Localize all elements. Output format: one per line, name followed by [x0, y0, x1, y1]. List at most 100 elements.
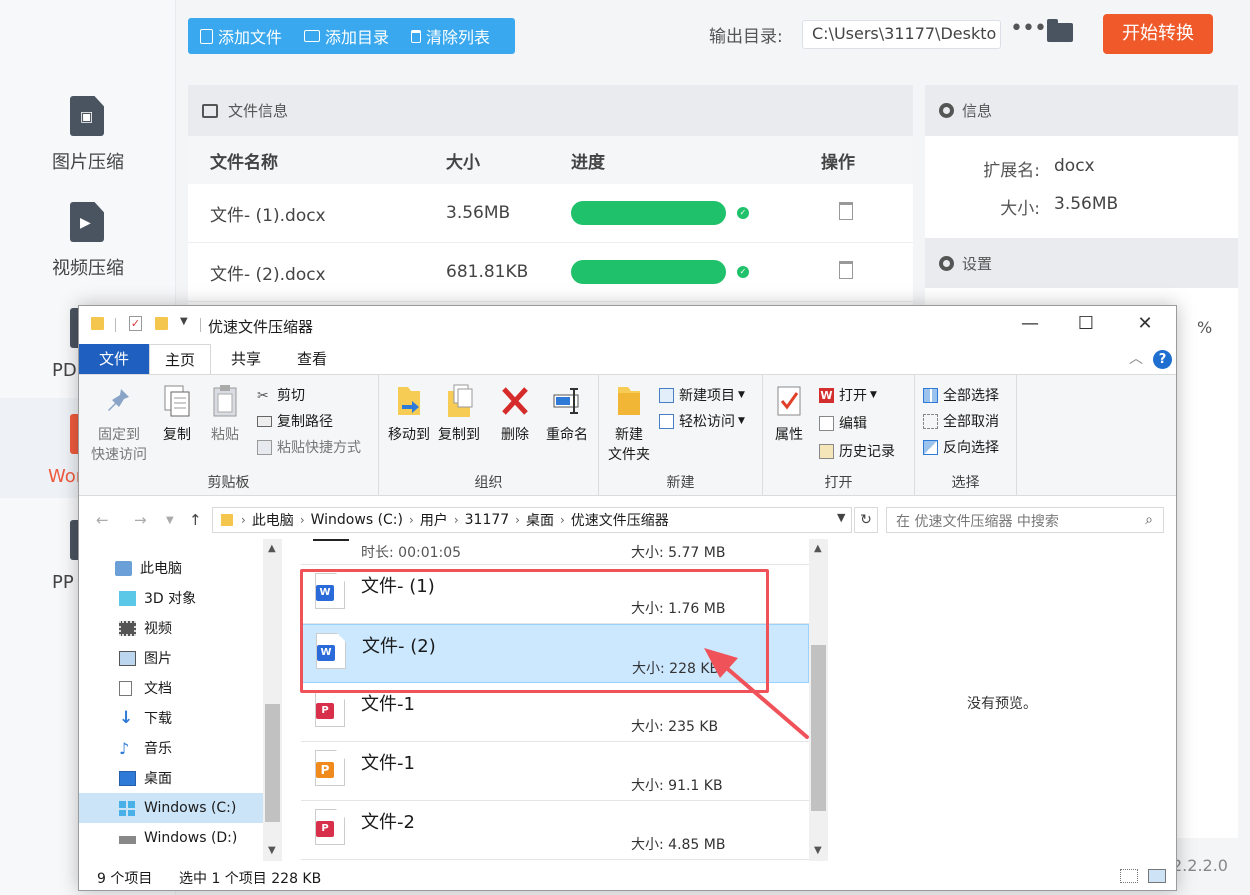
open-group: 属性 W 打开 ▼ 编辑 历史记录 打开: [763, 375, 915, 496]
settings-title: 设置: [962, 254, 993, 273]
document-icon: [119, 680, 132, 696]
recent-locations-icon[interactable]: ▼: [166, 515, 174, 526]
tab-view[interactable]: 查看: [285, 344, 339, 374]
scroll-down-icon[interactable]: ▼: [814, 845, 822, 856]
scroll-up-icon[interactable]: ▲: [268, 543, 276, 554]
folder-icon: [304, 30, 321, 42]
nav-item-downloads[interactable]: ↓ 下载: [79, 703, 264, 733]
close-button[interactable]: ✕: [1122, 309, 1168, 339]
rename-button[interactable]: 重命名: [541, 383, 593, 445]
table-row[interactable]: 文件- (2).docx 681.81KB ✓: [188, 243, 913, 302]
new-folder-button[interactable]: 新建 文件夹: [603, 383, 655, 465]
breadcrumb-users[interactable]: 用户: [420, 510, 448, 530]
move-to-label: 移动到: [388, 427, 430, 443]
breadcrumb-separator: ›: [241, 513, 246, 527]
breadcrumb-user[interactable]: 31177: [465, 512, 510, 528]
nav-item-drive-c[interactable]: Windows (C:): [79, 793, 264, 823]
properties-icon[interactable]: ✓: [129, 316, 142, 331]
nav-label: Windows (C:): [144, 800, 237, 816]
scroll-thumb[interactable]: [265, 704, 280, 822]
divider: [200, 318, 201, 332]
open-button[interactable]: W 打开 ▼: [819, 385, 877, 405]
breadcrumb-this-pc[interactable]: 此电脑: [252, 510, 294, 530]
cube-icon: [119, 590, 136, 606]
folder-icon: [91, 317, 104, 330]
large-icons-view-icon[interactable]: [1148, 869, 1166, 883]
scroll-up-icon[interactable]: ▲: [814, 543, 822, 554]
nav-item-music[interactable]: ♪ 音乐: [79, 733, 264, 763]
nav-item-desktop[interactable]: 桌面: [79, 763, 264, 793]
search-input[interactable]: 在 优速文件压缩器 中搜索 ⌕: [886, 507, 1164, 533]
new-folder-icon[interactable]: [155, 317, 168, 330]
customize-quick-access-icon[interactable]: ▼: [180, 316, 188, 327]
tab-share[interactable]: 共享: [219, 344, 273, 374]
delete-button[interactable]: 删除: [495, 383, 535, 445]
output-dir-input[interactable]: C:\Users\31177\Deskto: [802, 20, 1001, 49]
start-convert-button[interactable]: 开始转换: [1103, 14, 1213, 54]
address-dropdown-icon[interactable]: ▼: [837, 511, 845, 524]
properties-button[interactable]: 属性: [769, 383, 809, 445]
collapse-ribbon-icon[interactable]: ︿: [1129, 348, 1143, 368]
help-icon[interactable]: ?: [1153, 350, 1172, 369]
add-file-button[interactable]: 添加文件: [200, 24, 282, 48]
list-item[interactable]: P 文件-1 大小: 91.1 KB: [301, 742, 809, 801]
nav-scrollbar[interactable]: ▲ ▼: [263, 539, 282, 861]
nav-item-drive-d[interactable]: Windows (D:): [79, 823, 264, 853]
edit-label: 编辑: [839, 416, 867, 432]
clear-list-button[interactable]: 清除列表: [411, 24, 490, 48]
paste-button[interactable]: 粘贴: [205, 383, 245, 445]
select-none-label: 全部取消: [943, 414, 999, 430]
delete-label: 删除: [501, 427, 529, 443]
details-view-icon[interactable]: [1120, 869, 1138, 883]
tab-file[interactable]: 文件: [79, 344, 149, 374]
ext-label: 扩展名:: [983, 161, 1040, 181]
nav-item-this-pc[interactable]: 此电脑: [79, 553, 264, 583]
copy-button[interactable]: 复制: [157, 383, 197, 445]
move-to-button[interactable]: 移动到: [385, 383, 433, 445]
nav-item-videos[interactable]: 视频: [79, 613, 264, 643]
invert-selection-button[interactable]: 反向选择: [923, 437, 999, 457]
list-item[interactable]: P 文件-2 大小: 4.85 MB: [301, 801, 809, 860]
breadcrumb-current-folder[interactable]: 优速文件压缩器: [571, 510, 669, 530]
path-icon: [257, 415, 272, 427]
rename-label: 重命名: [546, 427, 588, 443]
nav-item-pictures[interactable]: 图片: [79, 643, 264, 673]
minimize-button[interactable]: —: [1007, 309, 1053, 339]
copy-path-button[interactable]: 复制路径: [257, 411, 333, 431]
table-row[interactable]: 文件- (1).docx 3.56MB ✓: [188, 184, 913, 243]
pin-quick-access-button[interactable]: 固定到 快速访问: [87, 383, 151, 465]
computer-icon: [115, 560, 132, 576]
scroll-down-icon[interactable]: ▼: [268, 845, 276, 856]
add-dir-button[interactable]: 添加目录: [304, 24, 389, 48]
copy-to-button[interactable]: 复制到: [435, 383, 483, 445]
selection-info: 选中 1 个项目 228 KB: [179, 871, 322, 887]
delete-icon[interactable]: [839, 201, 853, 220]
breadcrumb-drive-c[interactable]: Windows (C:): [311, 512, 403, 528]
sidebar-item-image-compress[interactable]: ▣ 图片压缩: [0, 96, 176, 196]
nav-item-documents[interactable]: 文档: [79, 673, 264, 703]
paste-shortcut-button[interactable]: 粘贴快捷方式: [257, 437, 361, 457]
history-button[interactable]: 历史记录: [819, 441, 895, 461]
forward-arrow-icon[interactable]: →: [134, 511, 147, 529]
cut-button[interactable]: ✂ 剪切: [257, 385, 305, 405]
maximize-button[interactable]: ☐: [1063, 309, 1109, 339]
delete-icon[interactable]: [839, 260, 853, 279]
up-arrow-icon[interactable]: ↑: [189, 511, 202, 529]
breadcrumb-desktop[interactable]: 桌面: [526, 510, 554, 530]
new-item-button[interactable]: 新建项目 ▼: [659, 385, 745, 405]
address-bar[interactable]: › 此电脑 › Windows (C:) › 用户 › 31177 › 桌面 ›…: [212, 507, 852, 533]
action-cell: [821, 260, 913, 284]
tab-home[interactable]: 主页: [149, 344, 211, 375]
select-none-button[interactable]: 全部取消: [923, 411, 999, 431]
open-folder-icon[interactable]: [1047, 19, 1073, 42]
more-options-button[interactable]: •••: [1010, 16, 1047, 41]
select-all-button[interactable]: 全部选择: [923, 385, 999, 405]
image-file-icon: ▣: [70, 96, 104, 136]
refresh-button[interactable]: ↻: [854, 507, 878, 533]
edit-button[interactable]: 编辑: [819, 413, 867, 433]
list-item[interactable]: 时长: 00:01:05 大小: 5.77 MB: [301, 539, 809, 565]
back-arrow-icon[interactable]: ←: [96, 511, 109, 529]
easy-access-button[interactable]: 轻松访问 ▼: [659, 411, 745, 431]
sidebar-item-video-compress[interactable]: ▶ 视频压缩: [0, 202, 176, 302]
nav-item-3d-objects[interactable]: 3D 对象: [79, 583, 264, 613]
